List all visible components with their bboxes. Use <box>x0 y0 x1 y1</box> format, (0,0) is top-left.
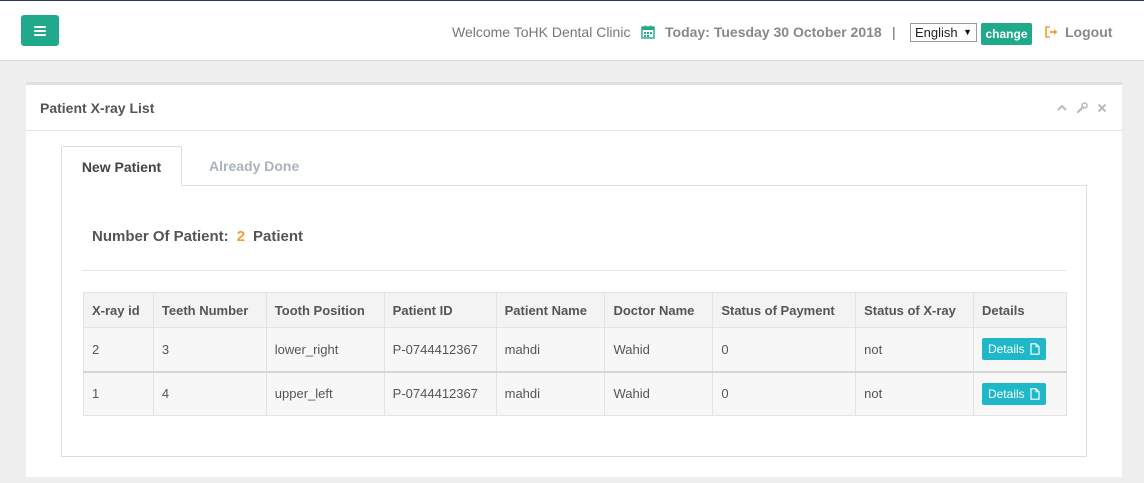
panel-header: Patient X-ray List <box>26 85 1122 131</box>
cell-xray-id: 2 <box>83 327 154 372</box>
column-header[interactable]: Doctor Name <box>604 292 714 328</box>
table-header-row: X-ray id Teeth Number Tooth Position Pat… <box>83 292 1068 328</box>
cell-payment-status: 0 <box>712 370 857 416</box>
details-label: Details <box>987 342 1025 357</box>
details-button[interactable]: Details <box>981 382 1046 405</box>
column-header[interactable]: Status of X-ray <box>855 292 974 328</box>
patient-count: Number Of Patient: 2 Patient <box>92 228 303 245</box>
close-icon[interactable] <box>1096 102 1108 114</box>
cell-doctor-name: Wahid <box>604 327 714 372</box>
tab-content: Number Of Patient: 2 Patient X-ray id Teet… <box>61 185 1087 457</box>
today-date: Today: Tuesday 30 October 2018 <box>665 24 882 40</box>
cell-xray-status: not <box>855 327 974 372</box>
column-header[interactable]: X-ray id <box>83 292 154 328</box>
calendar-icon <box>641 25 655 39</box>
cell-tooth-position: upper_left <box>265 370 385 416</box>
panel-title: Patient X-ray List <box>40 100 155 116</box>
menu-toggle-button[interactable] <box>21 15 59 46</box>
patient-count-unit: Patient <box>253 228 304 245</box>
file-icon <box>1030 387 1040 400</box>
table-row: 1 4 upper_left P-0744412367 mahdi Wahid … <box>83 370 1068 416</box>
cell-patient-id: P-0744412367 <box>383 327 497 372</box>
cell-patient-name: mahdi <box>495 370 606 416</box>
cell-doctor-name: Wahid <box>604 370 714 416</box>
language-select[interactable]: English ▼ <box>910 23 977 42</box>
cell-payment-status: 0 <box>712 327 857 372</box>
cell-teeth-number: 3 <box>152 327 267 372</box>
sign-out-icon <box>1045 26 1058 38</box>
details-button[interactable]: Details <box>981 338 1046 361</box>
column-header[interactable]: Status of Payment <box>712 292 857 328</box>
divider <box>82 270 1066 271</box>
change-language-button[interactable]: change <box>981 23 1032 45</box>
language-selected: English <box>915 25 958 40</box>
file-icon <box>1030 343 1040 356</box>
separator: | <box>892 24 896 40</box>
hamburger-icon <box>34 25 46 36</box>
logout-link[interactable]: Logout <box>1045 24 1112 40</box>
cell-xray-status: not <box>855 370 974 416</box>
welcome-text: Welcome ToHK Dental Clinic <box>452 24 631 40</box>
cell-patient-name: mahdi <box>495 327 606 372</box>
chevron-up-icon[interactable] <box>1056 102 1068 114</box>
column-header[interactable]: Teeth Number <box>152 292 267 328</box>
column-header[interactable]: Patient Name <box>495 292 606 328</box>
cell-details: Details <box>972 327 1068 372</box>
logout-label: Logout <box>1065 24 1113 40</box>
cell-tooth-position: lower_right <box>265 327 385 372</box>
tab-already-done[interactable]: Already Done <box>209 146 299 186</box>
xray-list-panel: Patient X-ray List New Patient Already D… <box>26 82 1122 477</box>
today-date-value: Tuesday 30 October 2018 <box>713 24 882 40</box>
patient-count-value: 2 <box>236 228 246 245</box>
cell-details: Details <box>972 370 1068 416</box>
cell-teeth-number: 4 <box>152 370 267 416</box>
column-header[interactable]: Patient ID <box>383 292 497 328</box>
cell-patient-id: P-0744412367 <box>383 370 497 416</box>
tab-new-patient[interactable]: New Patient <box>61 146 182 186</box>
table-row: 2 3 lower_right P-0744412367 mahdi Wahid… <box>83 327 1068 372</box>
patient-count-label: Number Of Patient: <box>92 228 229 245</box>
cell-xray-id: 1 <box>83 370 154 416</box>
chevron-down-icon: ▼ <box>963 27 972 37</box>
column-header[interactable]: Tooth Position <box>265 292 385 328</box>
panel-tools <box>1056 102 1108 114</box>
top-navbar: Welcome ToHK Dental Clinic Today: Tuesday… <box>0 0 1144 61</box>
column-header: Details <box>972 292 1068 328</box>
details-label: Details <box>987 386 1025 401</box>
wrench-icon[interactable] <box>1076 102 1088 114</box>
xray-table: X-ray id Teeth Number Tooth Position Pat… <box>83 292 1068 416</box>
today-label: Today: <box>665 24 710 40</box>
